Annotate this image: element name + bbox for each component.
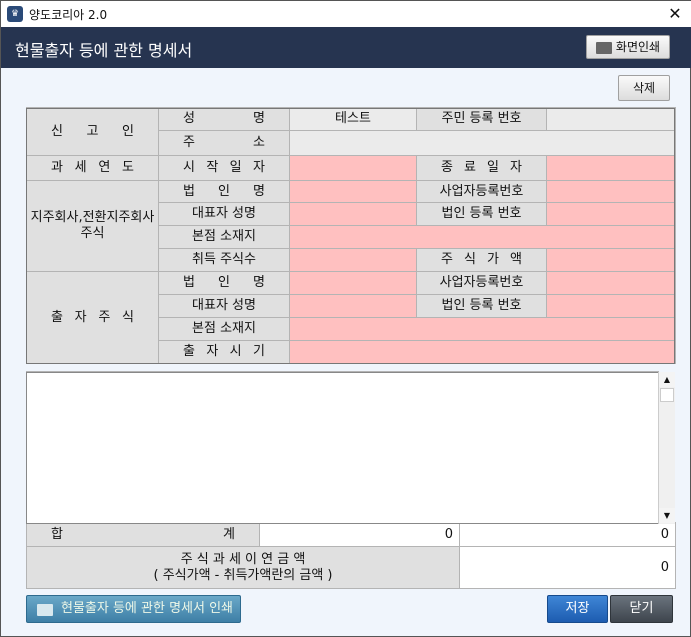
scroll-thumb[interactable]: [660, 388, 674, 402]
name-label: 성 명: [158, 107, 290, 131]
total-shares-text: 0: [444, 526, 453, 542]
start-date-field[interactable]: [289, 155, 417, 181]
reporter-label: 신 고 인: [26, 107, 159, 156]
holding-corp-name-label: 법 인 명: [158, 180, 290, 203]
start-date-label: 시 작 일 자: [158, 155, 290, 181]
tax-year-label: 과 세 연 도: [26, 155, 159, 181]
printer-icon: [37, 604, 53, 616]
deferred-label: 주 식 과 세 이 연 금 액( 주식가액 - 취득가액란의 금액 ): [26, 546, 460, 589]
reporter-label-text: 신 고 인: [51, 123, 134, 139]
holding-shares-field[interactable]: [289, 248, 417, 272]
title-bar: ♛ 양도코리아 2.0 ✕: [1, 1, 691, 27]
invest-hq-label: 본점 소재지: [158, 317, 290, 341]
holding-bizno-field[interactable]: [546, 180, 676, 203]
invest-corpno-label-text: 법인 등록 번호: [441, 298, 522, 313]
deferred-label-line-1: 주 식 과 세 이 연 금 액: [180, 551, 306, 567]
tax-year-label-text: 과 세 연 도: [51, 160, 134, 175]
invest-bizno-field[interactable]: [546, 271, 676, 295]
holding-corpno-field[interactable]: [546, 202, 676, 226]
holding-corp-name-label-text: 법 인 명: [183, 183, 265, 199]
address-field[interactable]: [289, 130, 676, 156]
address-label: 주 소: [158, 130, 290, 156]
delete-button[interactable]: 삭제: [618, 75, 670, 101]
print-statement-label: 현물출자 등에 관한 명세서 인쇄: [61, 601, 234, 616]
invest-corp-name-label: 법 인 명: [158, 271, 290, 295]
print-statement-button[interactable]: 현물출자 등에 관한 명세서 인쇄: [26, 595, 241, 623]
holding-value-label-text: 주 식 가 액: [441, 252, 522, 267]
total-amount-text: 0: [660, 526, 669, 542]
holding-company-label-text: 지주회사,전환지주회사주식: [30, 210, 155, 241]
total-label-text: 합 계: [51, 526, 235, 542]
rrn-field[interactable]: [546, 107, 676, 131]
holding-rep-field[interactable]: [289, 202, 417, 226]
end-date-label-text: 종 료 일 자: [441, 160, 522, 175]
invest-shares-label: 출 자 주 식: [26, 271, 159, 364]
holding-corpno-label: 법인 등록 번호: [416, 202, 547, 226]
header-bar: 현물출자 등에 관한 명세서 화면인쇄: [1, 27, 691, 68]
invest-corp-name-field[interactable]: [289, 271, 417, 295]
screen-print-label: 화면인쇄: [615, 40, 661, 54]
deferred-amount-text: 0: [660, 559, 669, 575]
scroll-up-icon[interactable]: ▲: [659, 372, 675, 387]
name-field[interactable]: 테스트: [289, 107, 417, 131]
invest-shares-label-text: 출 자 주 식: [51, 309, 134, 325]
holding-value-field[interactable]: [546, 248, 676, 272]
holding-rep-label: 대표자 성명: [158, 202, 290, 226]
printer-icon: [595, 41, 612, 54]
end-date-field[interactable]: [546, 155, 676, 181]
invest-bizno-label-text: 사업자등록번호: [439, 275, 524, 290]
app-icon: ♛: [7, 6, 23, 22]
holding-company-label: 지주회사,전환지주회사주식: [26, 180, 159, 272]
deferred-amount: 0: [459, 546, 676, 589]
total-label: 합 계: [26, 522, 260, 547]
name-label-text: 성 명: [183, 111, 265, 126]
invest-hq-field[interactable]: [289, 317, 676, 341]
holding-corp-name-field[interactable]: [289, 180, 417, 203]
holding-shares-label: 취득 주식수: [158, 248, 290, 272]
invest-corpno-field[interactable]: [546, 294, 676, 318]
page-title: 현물출자 등에 관한 명세서: [15, 41, 193, 60]
invest-rep-label: 대표자 성명: [158, 294, 290, 318]
close-window-button[interactable]: ✕: [663, 3, 687, 25]
invest-hq-label-text: 본점 소재지: [192, 321, 256, 336]
scroll-down-icon[interactable]: ▼: [659, 508, 675, 523]
invest-rep-field[interactable]: [289, 294, 417, 318]
invest-corp-name-label-text: 법 인 명: [183, 275, 265, 290]
save-button[interactable]: 저장: [547, 595, 608, 623]
total-shares: 0: [259, 522, 460, 547]
invest-date-field[interactable]: [289, 340, 676, 364]
invest-date-label-text: 출 자 시 기: [183, 344, 265, 359]
window-title: 양도코리아 2.0: [29, 8, 108, 22]
screen-print-button[interactable]: 화면인쇄: [586, 35, 670, 59]
holding-shares-label-text: 취득 주식수: [192, 252, 256, 267]
holding-hq-label: 본점 소재지: [158, 225, 290, 249]
address-label-text: 주 소: [183, 135, 265, 150]
holding-hq-field[interactable]: [289, 225, 676, 249]
holding-bizno-label-text: 사업자등록번호: [439, 183, 524, 199]
start-date-label-text: 시 작 일 자: [183, 160, 265, 175]
holding-corpno-label-text: 법인 등록 번호: [441, 206, 522, 221]
end-date-label: 종 료 일 자: [416, 155, 547, 181]
holding-rep-label-text: 대표자 성명: [192, 206, 256, 221]
holding-bizno-label: 사업자등록번호: [416, 180, 547, 203]
acquisition-grid: [26, 372, 675, 524]
rrn-label: 주민 등록 번호: [416, 107, 547, 131]
invest-bizno-label: 사업자등록번호: [416, 271, 547, 295]
rrn-label-text: 주민 등록 번호: [441, 111, 522, 126]
invest-rep-label-text: 대표자 성명: [192, 298, 256, 313]
invest-date-label: 출 자 시 기: [158, 340, 290, 364]
invest-corpno-label: 법인 등록 번호: [416, 294, 547, 318]
name-field-text: 테스트: [335, 111, 371, 126]
holding-value-label: 주 식 가 액: [416, 248, 547, 272]
grid-scrollbar[interactable]: ▲ ▼: [658, 372, 675, 524]
holding-hq-label-text: 본점 소재지: [192, 229, 256, 244]
deferred-label-line-2: ( 주식가액 - 취득가액란의 금액 ): [153, 567, 333, 583]
total-amount: 0: [459, 522, 676, 547]
close-button[interactable]: 닫기: [610, 595, 673, 623]
